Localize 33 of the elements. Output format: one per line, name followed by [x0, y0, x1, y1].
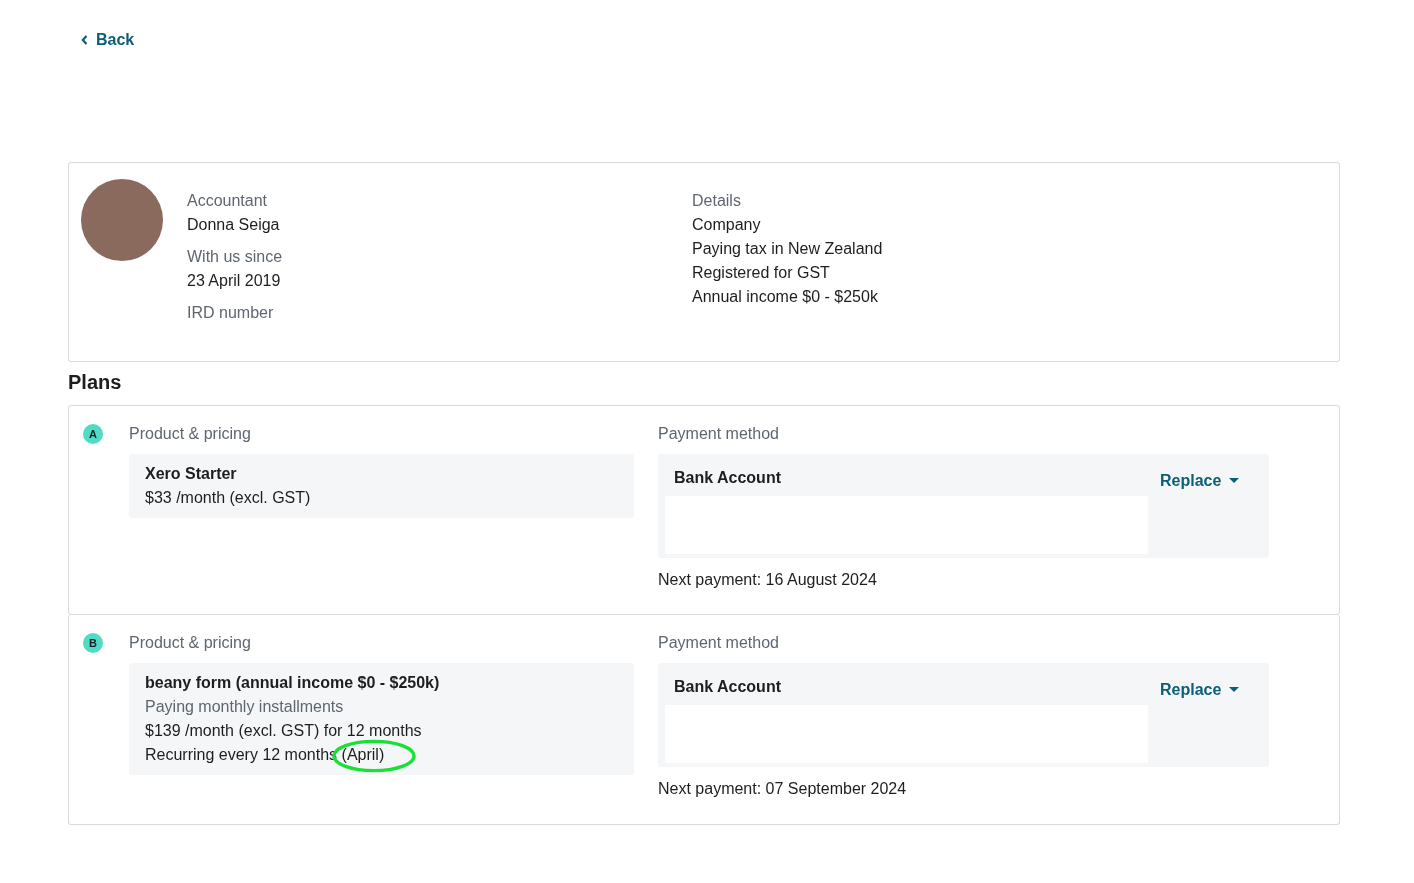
caret-down-icon	[1229, 687, 1240, 693]
product-line: $139 /month (excl. GST) for 12 months	[145, 721, 423, 741]
plan-badge: A	[83, 424, 103, 444]
next-payment-text: Next payment: 07 September 2024	[658, 779, 908, 799]
section-label: Payment method	[658, 424, 780, 444]
field-label: With us since	[187, 247, 284, 267]
section-label: Product & pricing	[129, 424, 252, 444]
next-payment-text: Next payment: 16 August 2024	[658, 570, 878, 590]
replace-button[interactable]: Replace	[1160, 469, 1240, 493]
replace-button[interactable]: Replace	[1160, 678, 1240, 702]
product-line: Paying monthly installments	[145, 697, 345, 717]
plan-badge: B	[83, 633, 103, 653]
back-link[interactable]: Back	[81, 31, 135, 49]
details-line: Company	[692, 215, 762, 235]
details-line: Annual income $0 - $250k	[692, 287, 879, 307]
field-label: Accountant	[187, 191, 269, 211]
field-value: 23 April 2019	[187, 271, 282, 291]
plans-heading: Plans	[68, 370, 123, 394]
field-label: IRD number	[187, 303, 275, 323]
details-label: Details	[692, 191, 742, 211]
caret-down-icon	[1229, 478, 1240, 484]
product-name: Xero Starter	[145, 464, 238, 484]
section-label: Product & pricing	[129, 633, 252, 653]
payment-method-title: Bank Account	[673, 468, 782, 488]
details-line: Paying tax in New Zealand	[692, 239, 883, 259]
section-label: Payment method	[658, 633, 780, 653]
recurrence-month: (April)	[341, 746, 385, 763]
product-line: $33 /month (excl. GST)	[145, 488, 312, 508]
product-name: beany form (annual income $0 - $250k)	[145, 673, 441, 693]
chevron-left-icon	[81, 35, 88, 45]
field-value: Donna Seiga	[187, 215, 281, 235]
payment-method-title: Bank Account	[673, 677, 782, 697]
details-line: Registered for GST	[692, 263, 831, 283]
